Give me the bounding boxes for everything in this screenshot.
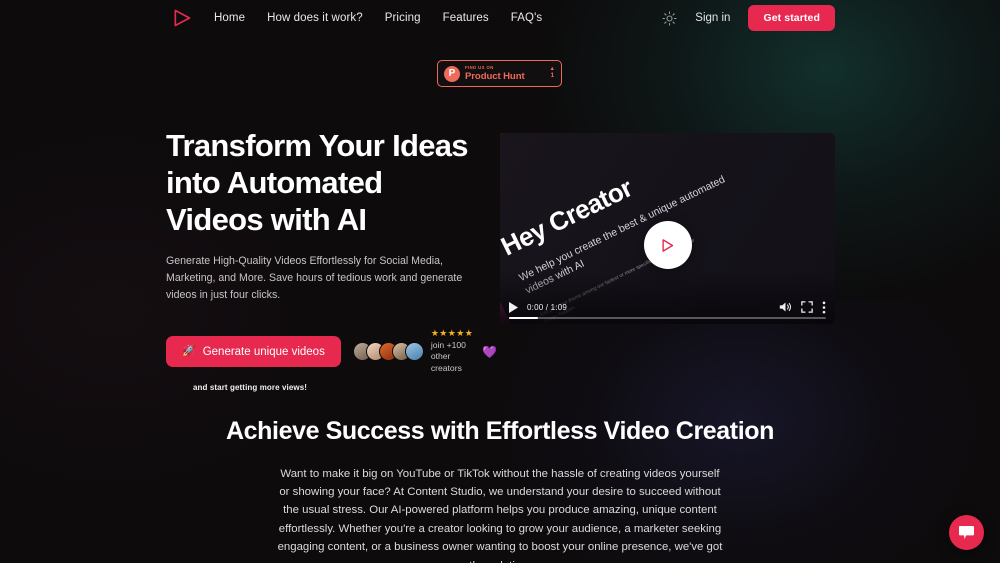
video-time-display: 0:00 / 1:09 — [527, 302, 568, 312]
generate-button-label: Generate unique videos — [202, 345, 325, 358]
get-started-button[interactable]: Get started — [748, 5, 835, 31]
nav-right-actions: Sign in Get started — [662, 5, 835, 31]
upvote-count: 1 — [550, 72, 555, 80]
play-triangle-logo-icon[interactable] — [172, 8, 192, 28]
sun-icon[interactable] — [662, 10, 677, 26]
cta-note: and start getting more views! — [193, 383, 308, 393]
top-navigation-bar: Home How does it work? Pricing Features … — [0, 0, 1000, 36]
purple-heart-icon: 💜 — [482, 344, 498, 359]
product-hunt-text: FIND US ON Product Hunt — [465, 65, 546, 81]
nav-link-home[interactable]: Home — [214, 12, 245, 24]
thumbnail-nav: Home How does it work? Pricing Features … — [500, 133, 639, 156]
rocket-icon: 🚀 — [182, 345, 196, 358]
video-play-overlay-button[interactable] — [643, 221, 692, 269]
nav-link-how-does-it-work[interactable]: How does it work? — [267, 12, 363, 24]
hero-subtitle: Generate High-Quality Videos Effortlessl… — [166, 254, 463, 301]
social-proof-count: join +100 other creators — [430, 339, 466, 373]
nav-links: Home How does it work? Pricing Features … — [214, 12, 542, 24]
hero-title: Transform Your Ideas into Automated Vide… — [166, 128, 469, 237]
play-button-icon — [662, 238, 674, 252]
nav-link-faqs[interactable]: FAQ's — [511, 12, 542, 24]
play-icon[interactable] — [509, 301, 518, 313]
section-title: Achieve Success with Effortless Video Cr… — [226, 417, 774, 445]
volume-icon[interactable] — [779, 301, 792, 313]
product-hunt-logo-icon: P — [444, 65, 460, 82]
video-progress-bar[interactable] — [509, 316, 826, 319]
avatar — [404, 342, 424, 362]
sign-in-link[interactable]: Sign in — [695, 12, 730, 24]
achieve-success-section: Achieve Success with Effortless Video Cr… — [0, 417, 1000, 563]
generate-unique-videos-button[interactable]: 🚀 Generate unique videos — [166, 336, 341, 368]
page-root: Home How does it work? Pricing Features … — [0, 0, 1000, 563]
nav-link-features[interactable]: Features — [443, 12, 489, 24]
hero-video-player[interactable]: Home How does it work? Pricing Features … — [500, 133, 835, 324]
product-hunt-title: Product Hunt — [465, 70, 525, 82]
hero-left-column: Transform Your Ideas into Automated Vide… — [166, 128, 497, 393]
product-hunt-badge[interactable]: P FIND US ON Product Hunt ▲ 1 — [437, 60, 562, 87]
kebab-menu-icon[interactable] — [822, 301, 826, 314]
product-hunt-upvote[interactable]: ▲ 1 — [546, 66, 555, 80]
social-proof: ★★★★★ join +100 other creators 💜 — [352, 328, 498, 374]
social-proof-text: ★★★★★ join +100 other creators — [430, 328, 474, 374]
video-progress-fill — [509, 316, 538, 319]
fullscreen-icon[interactable] — [801, 301, 813, 313]
nav-link-pricing[interactable]: Pricing — [385, 12, 421, 24]
chat-bubble-icon — [959, 525, 974, 540]
section-body: Want to make it big on YouTube or TikTok… — [277, 467, 723, 563]
chat-widget-button[interactable] — [949, 515, 984, 550]
star-rating-icon: ★★★★★ — [430, 328, 474, 339]
avatar-stack — [352, 342, 424, 362]
hero-cta-row: 🚀 Generate unique videos ★★★★★ join +100… — [166, 328, 497, 374]
